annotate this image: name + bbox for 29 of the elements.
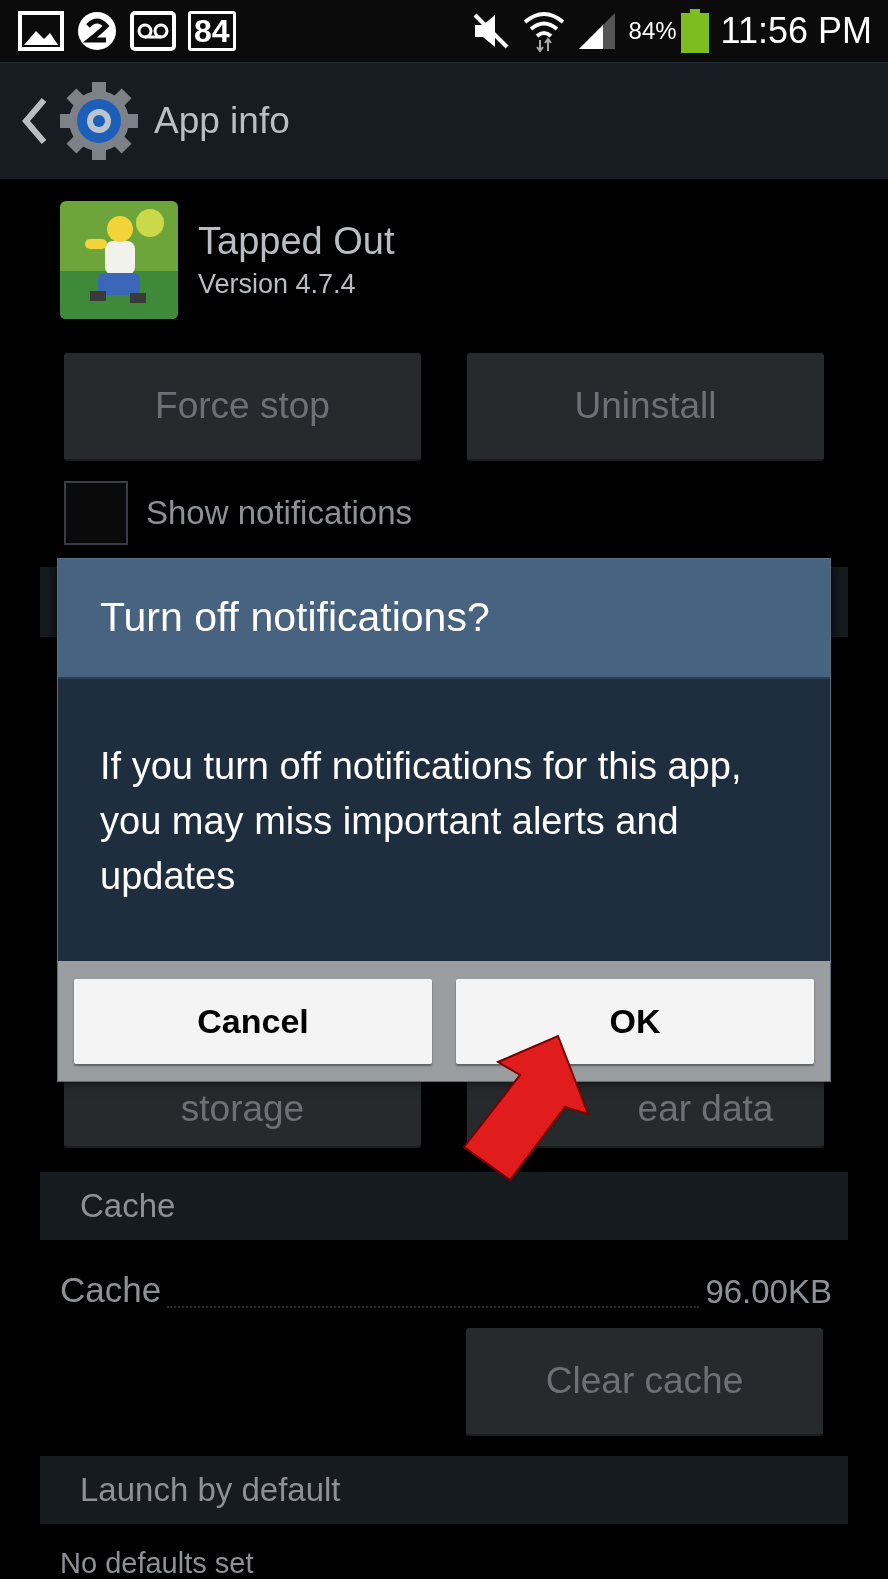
section-title: Launch by default xyxy=(80,1470,341,1511)
dialog-message: If you turn off notifications for this app, you may miss important alerts and updates xyxy=(100,744,743,899)
app-button[interactable]: Force stop xyxy=(64,353,421,461)
image-icon xyxy=(18,11,64,51)
cache-size: 96.00KB xyxy=(705,1271,832,1312)
dialog-title: Turn off notifications? xyxy=(100,593,490,643)
button-label: storage xyxy=(180,1086,305,1131)
battery-percent: 84% xyxy=(628,16,677,46)
section-title: Cache xyxy=(80,1186,176,1227)
wifi-icon xyxy=(522,10,565,52)
app-button[interactable]: Uninstall xyxy=(467,353,824,461)
button-label: ear data xyxy=(636,1086,774,1131)
checkbox-label: Show notifications xyxy=(146,493,412,534)
app-name: Tapped Out xyxy=(198,218,395,264)
circle-logo-icon xyxy=(76,10,118,52)
clock: 11:56 PM xyxy=(720,9,872,53)
voicemail-icon xyxy=(130,11,176,51)
app-version: Version 4.7.4 xyxy=(198,267,357,301)
dialog-button[interactable]: Cancel xyxy=(74,978,432,1064)
gear-icon xyxy=(58,80,140,162)
clear-cache-button[interactable]: Clear cache xyxy=(466,1328,823,1436)
defaults-text: No defaults set xyxy=(59,1546,255,1579)
dialog-button[interactable]: OK xyxy=(456,978,814,1064)
cache-label: Cache xyxy=(60,1268,162,1311)
notification-badge: 84 xyxy=(188,11,236,51)
checkbox[interactable] xyxy=(64,481,128,545)
screen-title: App info xyxy=(154,99,290,144)
back-button[interactable] xyxy=(20,80,140,162)
battery-icon xyxy=(680,9,709,53)
